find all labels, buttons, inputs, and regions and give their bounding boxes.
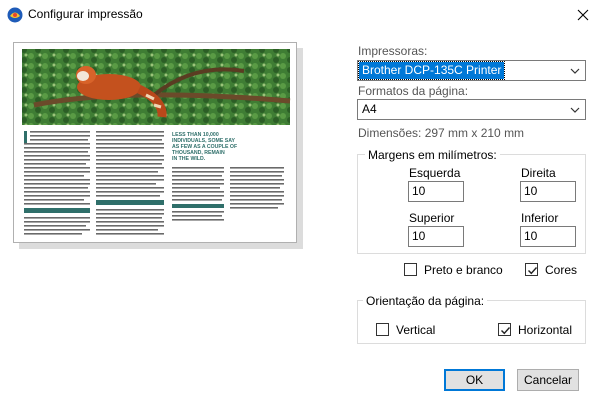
printer-select[interactable]: Brother DCP-135C Printer (357, 60, 586, 81)
margin-left-input[interactable]: 10 (408, 181, 464, 202)
color-checkbox[interactable] (525, 263, 538, 276)
page-format-label: Formatos da página: (358, 84, 469, 98)
window-title: Configurar impressão (28, 7, 143, 21)
ok-button[interactable]: OK (444, 369, 505, 391)
margin-top-label: Superior (409, 211, 455, 225)
margin-right-label: Direita (521, 166, 556, 180)
bw-label: Preto e branco (424, 263, 503, 277)
margin-right-input[interactable]: 10 (520, 181, 576, 202)
preview-illustration: LESS THAN 10,000 INDIVIDUALS, SOME SAY A… (22, 49, 291, 235)
printer-selected-value: Brother DCP-135C Printer (357, 61, 506, 80)
orientation-title: Orientação da página: (363, 294, 488, 308)
app-icon (7, 7, 23, 23)
checkmark-icon (501, 327, 511, 335)
margin-top-input[interactable]: 10 (408, 226, 464, 247)
chevron-down-icon (570, 107, 580, 113)
page-preview: LESS THAN 10,000 INDIVIDUALS, SOME SAY A… (13, 42, 297, 243)
margin-bottom-label: Inferior (521, 211, 559, 225)
cancel-button[interactable]: Cancelar (517, 369, 579, 391)
horizontal-label: Horizontal (518, 323, 573, 337)
page-format-selected-value: A4 (362, 102, 377, 116)
horizontal-checkbox[interactable] (498, 323, 511, 336)
page-dimensions: Dimensões: 297 mm x 210 mm (358, 126, 525, 140)
svg-text:LESS THAN 10,000 INDIVID: LESS THAN 10,000 INDIVIDUALS, SOME SAY A… (172, 132, 239, 162)
printers-label: Impressoras: (358, 44, 428, 58)
margin-bottom-input[interactable]: 10 (520, 226, 576, 247)
chevron-down-icon (570, 68, 580, 74)
close-button[interactable] (568, 0, 598, 30)
title-bar: Configurar impressão (0, 0, 598, 30)
page-format-select[interactable]: A4 (357, 99, 586, 120)
margins-title: Margens em milímetros: (365, 148, 500, 162)
close-icon (577, 9, 589, 21)
vertical-checkbox[interactable] (376, 323, 389, 336)
bw-checkbox[interactable] (404, 263, 417, 276)
vertical-label: Vertical (396, 323, 436, 337)
checkmark-icon (528, 267, 538, 275)
color-label: Cores (545, 263, 578, 277)
margin-left-label: Esquerda (409, 166, 461, 180)
